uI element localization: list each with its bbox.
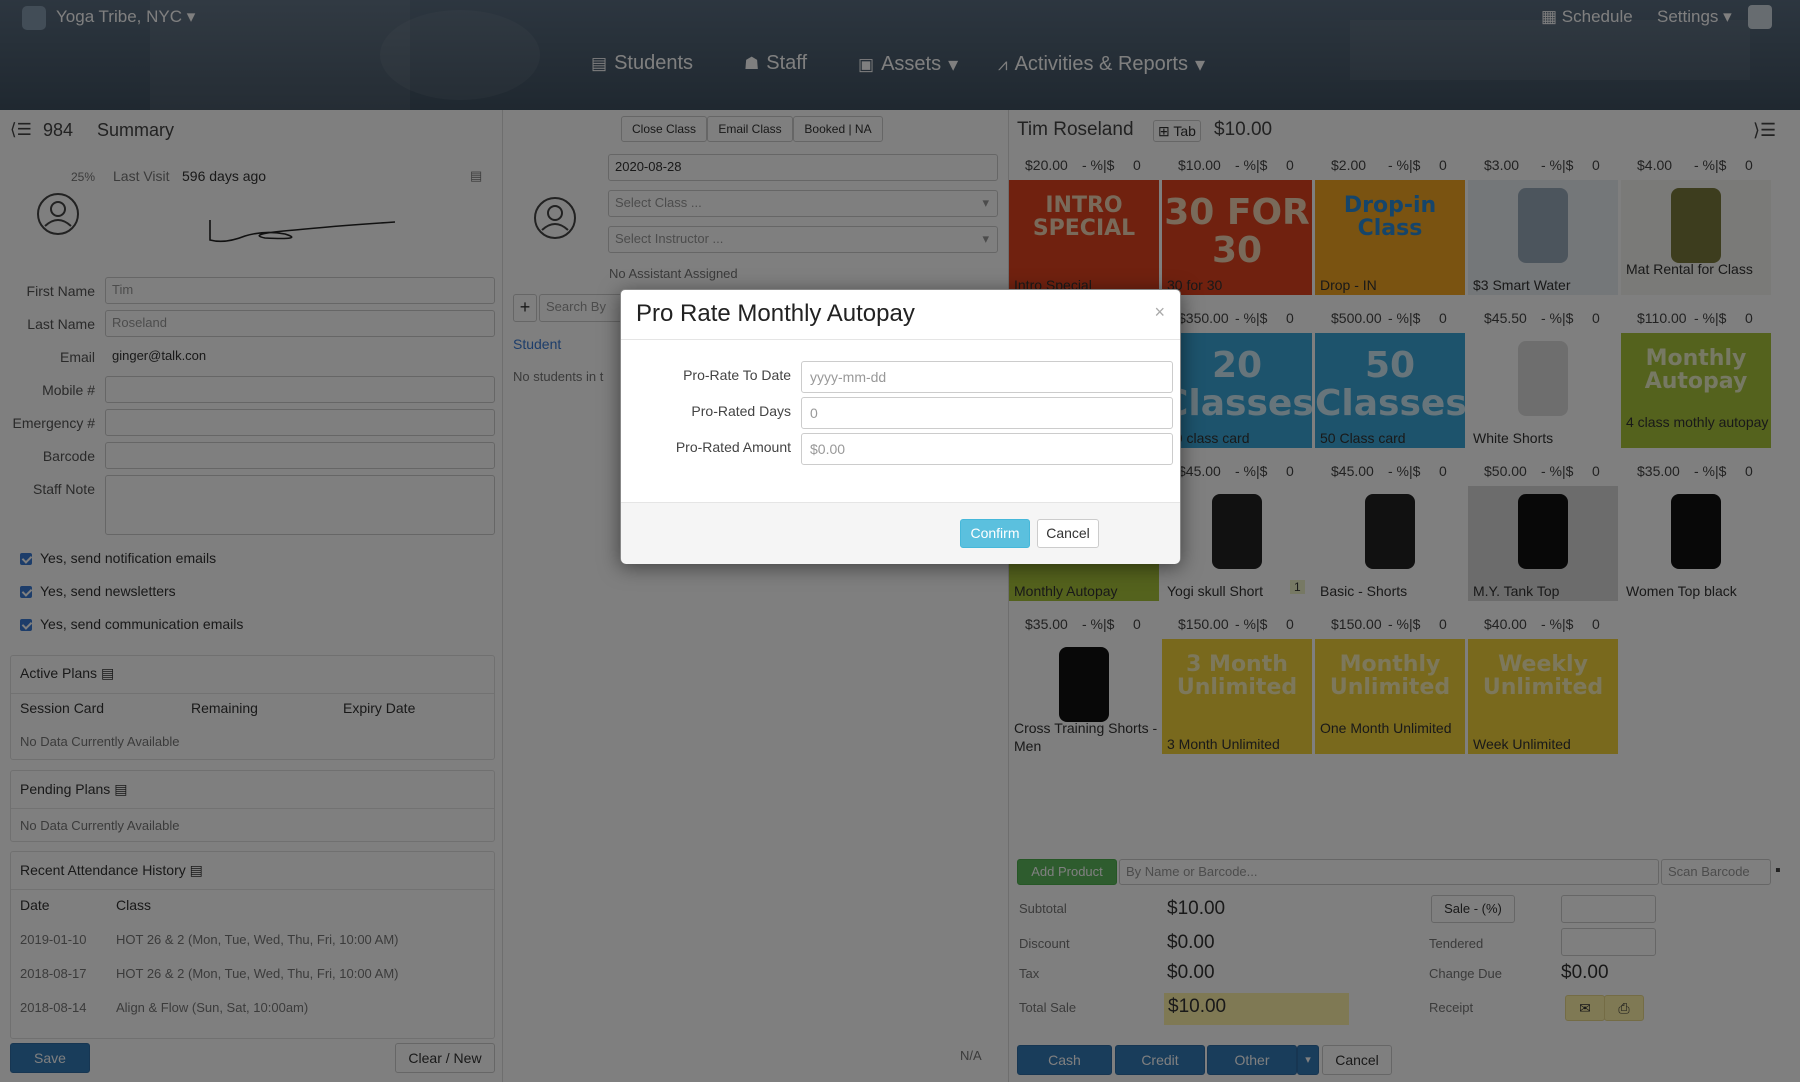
pro-rate-modal: Pro Rate Monthly Autopay × Pro-Rate To D… bbox=[620, 289, 1181, 564]
modal-footer: Confirm Cancel bbox=[621, 502, 1180, 564]
pro-rate-date-input[interactable]: yyyy-mm-dd bbox=[801, 361, 1173, 393]
modal-header: Pro Rate Monthly Autopay × bbox=[621, 290, 1180, 340]
close-icon[interactable]: × bbox=[1154, 302, 1165, 323]
pro-rate-date-label: Pro-Rate To Date bbox=[683, 367, 791, 383]
pro-rated-amount-label: Pro-Rated Amount bbox=[675, 439, 791, 455]
confirm-button[interactable]: Confirm bbox=[960, 519, 1030, 548]
modal-cancel-button[interactable]: Cancel bbox=[1037, 519, 1099, 548]
app-frame: Yoga Tribe, NYC ▾ ▦ Schedule Settings ▾ … bbox=[0, 0, 1800, 1082]
pro-rated-days-label: Pro-Rated Days bbox=[691, 403, 791, 419]
pro-rated-days-input[interactable]: 0 bbox=[801, 397, 1173, 429]
pro-rated-amount-input[interactable]: $0.00 bbox=[801, 433, 1173, 465]
modal-title: Pro Rate Monthly Autopay bbox=[636, 300, 915, 327]
